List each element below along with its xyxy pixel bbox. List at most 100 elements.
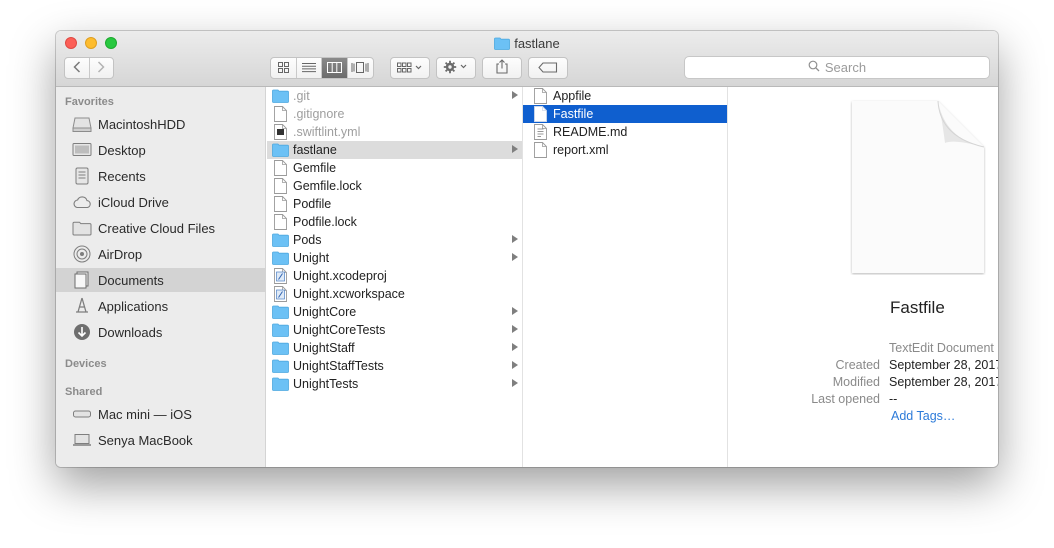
xcode-project-icon	[271, 286, 289, 302]
file-row-gitignore[interactable]: .gitignore	[267, 105, 522, 123]
sidebar-item-macintoshhdd[interactable]: MacintoshHDD	[56, 112, 266, 136]
mac-mini-icon	[72, 405, 92, 423]
file-name: Podfile.lock	[293, 215, 357, 229]
share-button[interactable]	[482, 57, 522, 79]
search-field[interactable]: Search	[684, 56, 990, 79]
file-row-appfile[interactable]: Appfile	[523, 87, 727, 105]
sidebar-item-airdrop[interactable]: AirDrop	[56, 242, 266, 266]
modified-value: September 28, 2017	[889, 375, 998, 389]
folder-icon	[72, 219, 92, 237]
last-opened-value: --	[889, 392, 898, 406]
sidebar-item-recents[interactable]: Recents	[56, 164, 266, 188]
file-row-podfile-lock[interactable]: Podfile.lock	[267, 213, 522, 231]
view-mode-control	[270, 57, 374, 79]
search-placeholder: Search	[824, 60, 867, 75]
add-tags-link[interactable]: Add Tags…	[891, 409, 955, 423]
xcode-project-icon	[271, 268, 289, 284]
file-row-fastfile[interactable]: Fastfile	[523, 105, 727, 123]
tag-icon	[538, 61, 558, 76]
forward-button[interactable]	[90, 58, 114, 78]
icon-view-icon	[277, 61, 289, 76]
sidebar-item-icloud-drive[interactable]: iCloud Drive	[56, 190, 266, 214]
sidebar-item-creative-cloud-files[interactable]: Creative Cloud Files	[56, 216, 266, 240]
file-name: Unight	[293, 251, 330, 265]
list-view-button[interactable]	[297, 58, 322, 78]
file-row-fastlane[interactable]: fastlane	[267, 141, 522, 159]
file-name: UnightCore	[293, 305, 357, 319]
sidebar-item-label: AirDrop	[98, 246, 143, 262]
column-project-root: .git .gitignore .swiftlint.yml fastlane Gemf…	[267, 87, 523, 467]
disclosure-arrow-icon	[512, 343, 518, 351]
file-row-gemfile-lock[interactable]: Gemfile.lock	[267, 177, 522, 195]
action-button[interactable]	[436, 57, 476, 79]
sidebar-item-downloads[interactable]: Downloads	[56, 320, 266, 344]
file-row-pods[interactable]: Pods	[267, 231, 522, 249]
file-name: fastlane	[293, 143, 337, 157]
disclosure-arrow-icon	[512, 361, 518, 369]
file-row-gemfile[interactable]: Gemfile	[267, 159, 522, 177]
file-row-unight[interactable]: Unight	[267, 249, 522, 267]
window-title-text: fastlane	[514, 36, 560, 51]
cover-flow-view-button[interactable]	[348, 58, 373, 78]
disclosure-arrow-icon	[512, 145, 518, 153]
disclosure-arrow-icon	[512, 91, 518, 99]
file-name: Fastfile	[553, 107, 594, 121]
chevron-left-icon	[73, 60, 81, 76]
file-name: report.xml	[553, 143, 609, 157]
file-row-swiftlint-yml[interactable]: .swiftlint.yml	[267, 123, 522, 141]
chevron-right-icon	[97, 60, 105, 76]
downloads-icon	[72, 323, 92, 341]
sidebar-item-documents[interactable]: Documents	[56, 268, 266, 292]
tags-button[interactable]	[528, 57, 568, 79]
file-row-unight-xcworkspace[interactable]: Unight.xcworkspace	[267, 285, 522, 303]
file-name: .git	[293, 89, 310, 103]
file-row-podfile[interactable]: Podfile	[267, 195, 522, 213]
window-title: fastlane	[56, 36, 998, 53]
folder-icon	[271, 376, 289, 392]
file-name: Gemfile	[293, 161, 337, 175]
folder-icon	[271, 358, 289, 374]
sidebar-item-label: MacintoshHDD	[98, 116, 186, 132]
finder-window: fastlane Search Favorites MacintoshHDD D…	[56, 31, 998, 467]
file-name: Pods	[293, 233, 322, 247]
back-button[interactable]	[65, 58, 90, 78]
icon-view-button[interactable]	[271, 58, 297, 78]
sidebar-item-label: Senya MacBook	[98, 432, 193, 448]
list-view-icon	[301, 61, 316, 76]
file-name: Podfile	[293, 197, 332, 211]
file-row-unightcoretests[interactable]: UnightCoreTests	[267, 321, 522, 339]
disclosure-arrow-icon	[512, 307, 518, 315]
file-name: .swiftlint.yml	[293, 125, 361, 139]
file-name: Gemfile.lock	[293, 179, 362, 193]
sidebar-item-label: Desktop	[98, 142, 146, 158]
file-row-report-xml[interactable]: report.xml	[523, 141, 727, 159]
documents-icon	[72, 271, 92, 289]
favorites-header: Favorites	[65, 96, 114, 108]
column-view-button[interactable]	[322, 58, 348, 78]
disclosure-arrow-icon	[512, 325, 518, 333]
file-row-unightcore[interactable]: UnightCore	[267, 303, 522, 321]
file-row-readme-md[interactable]: README.md	[523, 123, 727, 141]
file-row-git[interactable]: .git	[267, 87, 522, 105]
document-icon	[271, 214, 289, 230]
file-name: README.md	[553, 125, 628, 139]
file-row-unightstaff[interactable]: UnightStaff	[267, 339, 522, 357]
preview-pane: Fastfile TextEdit Document Created Septe…	[728, 87, 998, 467]
file-row-unighttests[interactable]: UnightTests	[267, 375, 522, 393]
sidebar-item-desktop[interactable]: Desktop	[56, 138, 266, 162]
file-row-unight-xcodeproj[interactable]: Unight.xcodeproj	[267, 267, 522, 285]
file-name: UnightStaff	[293, 341, 355, 355]
document-icon	[271, 106, 289, 122]
recents-icon	[72, 167, 92, 185]
file-row-unightstafftests[interactable]: UnightStaffTests	[267, 357, 522, 375]
share-icon	[495, 59, 509, 77]
last-opened-label: Last opened	[811, 392, 880, 406]
preview-kind: TextEdit Document	[889, 341, 994, 355]
sidebar-item-senya-macbook[interactable]: Senya MacBook	[56, 428, 266, 452]
file-name: UnightStaffTests	[293, 359, 384, 373]
disclosure-arrow-icon	[512, 379, 518, 387]
sidebar-item-mac-mini[interactable]: Mac mini — iOS	[56, 402, 266, 426]
arrange-button[interactable]	[390, 57, 430, 79]
sidebar-item-applications[interactable]: Applications	[56, 294, 266, 318]
cloud-icon	[72, 193, 92, 211]
